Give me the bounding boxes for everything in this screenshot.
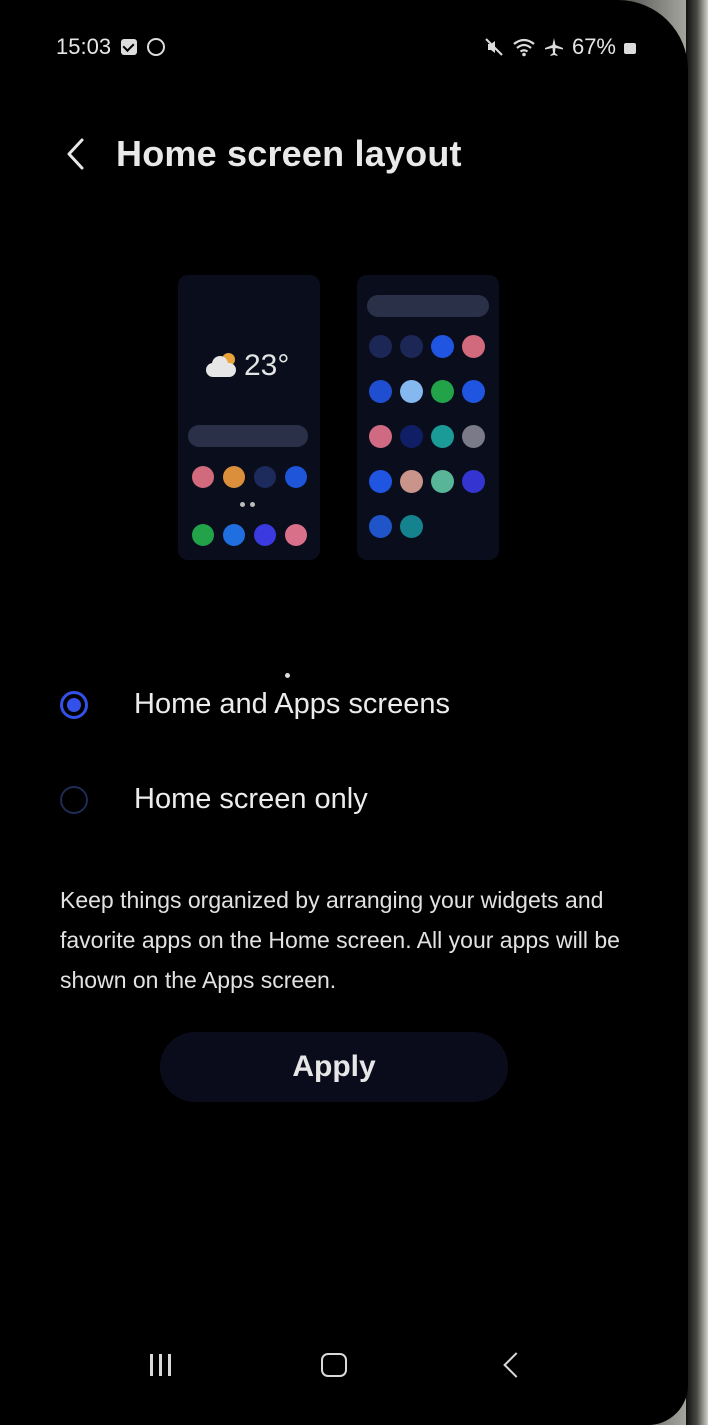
preview-apps-row [369,335,485,358]
header: Home screen layout [60,128,462,180]
chevron-left-icon [67,138,84,170]
status-time: 15:03 [56,34,112,59]
app-icon-placeholder [431,335,454,358]
app-icon-placeholder [369,470,392,493]
status-bar: 15:03 67% [56,34,636,64]
app-icon-placeholder [400,380,423,403]
radio-unselected[interactable] [60,785,88,814]
app-icon-placeholder [369,335,392,358]
app-icon-placeholder [192,524,214,546]
wifi-icon [513,38,535,57]
airplane-icon [544,38,563,56]
preview-page-indicator [240,502,255,507]
app-icon-placeholder [369,380,392,403]
status-right: 67% [484,34,636,60]
device-edge [686,0,708,1425]
preview-dock-row [192,524,307,546]
app-icon-placeholder [462,335,485,358]
battery-percent: 67% [571,34,616,59]
app-icon-placeholder [462,380,485,403]
preview-app-row [192,466,307,488]
app-icon-placeholder [254,524,276,546]
home-icon[interactable] [314,1340,354,1390]
option-label: Home and Apps screens [134,688,450,720]
description-text: Keep things organized by arranging your … [60,887,620,993]
app-icon-placeholder [431,425,454,448]
indicator-dot [285,673,290,678]
screen: 15:03 67% Home screen layout 23° Home an… [0,0,688,1425]
app-icon-placeholder [223,466,245,488]
preview-search-bar [188,425,308,447]
app-icon-placeholder [431,470,454,493]
preview-apps-row [369,470,485,493]
app-icon-placeholder [369,425,392,448]
mute-icon [485,38,503,56]
back-icon[interactable] [492,1340,532,1390]
app-icon-placeholder [254,466,276,488]
app-icon-placeholder [462,470,485,493]
preview-apps-row [369,515,423,538]
battery-icon [624,43,636,54]
device-frame: 15:03 67% Home screen layout 23° Home an… [0,0,708,1425]
weather-temperature: 23° [244,349,290,382]
check-icon [121,39,138,55]
weather-cloud-icon [204,353,240,379]
weather-widget: 23° [204,349,289,383]
preview-apps-search-bar [367,295,489,317]
option-home-and-apps[interactable]: Home and Apps screens [60,688,450,721]
option-label: Home screen only [134,783,368,815]
app-icon-placeholder [431,380,454,403]
app-icon-placeholder [462,425,485,448]
home-screen-preview: 23° [178,275,320,560]
recents-icon[interactable] [140,1340,180,1390]
option-home-only[interactable]: Home screen only [60,783,368,816]
app-icon-placeholder [400,515,423,538]
circle-icon [147,38,166,56]
preview-apps-row [369,380,485,403]
app-icon-placeholder [369,515,392,538]
back-button[interactable] [60,134,90,174]
preview-apps-row [369,425,485,448]
app-icon-placeholder [285,466,307,488]
app-icon-placeholder [400,425,423,448]
app-icon-placeholder [400,470,423,493]
app-icon-placeholder [192,466,214,488]
app-icon-placeholder [223,524,245,546]
app-icon-placeholder [285,524,307,546]
app-icon-placeholder [400,335,423,358]
apply-button[interactable]: Apply [160,1032,508,1102]
radio-selected[interactable] [60,690,88,719]
navigation-bar [0,1340,688,1390]
status-left: 15:03 [56,34,166,60]
apps-screen-preview [357,275,499,560]
page-title: Home screen layout [116,133,462,174]
